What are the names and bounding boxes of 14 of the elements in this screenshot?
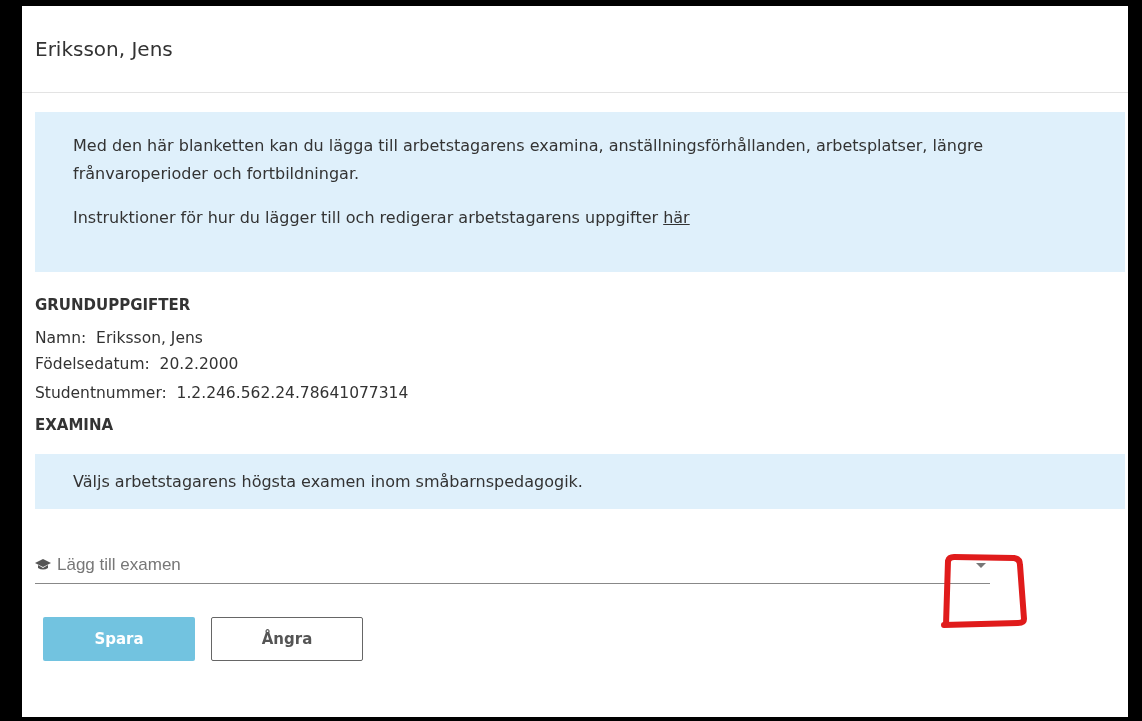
instructions-text: Instruktioner för hur du lägger till och redigerar arbetstagarens uppgifter här xyxy=(73,207,691,229)
instructions-link[interactable]: här xyxy=(663,208,690,227)
note-text: Väljs arbetstagarens högsta examen inom småbarnspedagogik. xyxy=(73,472,583,491)
info-row-text: Namn: Eriksson, Jens xyxy=(35,328,204,349)
intro-text: Med den här blanketten kan du lägga till arbetstagarens examina, anställningsförhållanden, arbetsplatser, längre frånvaroperioder och fortbildningar. xyxy=(73,135,985,185)
graduation-cap-icon xyxy=(35,559,51,571)
info-row-text: Födelsedatum: 20.2.2000 xyxy=(35,354,240,375)
section-heading: GRUNDUPPGIFTER xyxy=(35,296,192,314)
section-heading: EXAMINA xyxy=(35,416,115,434)
dialog-title: Eriksson, Jens xyxy=(35,37,173,61)
undo-button[interactable]: Ångra xyxy=(211,617,363,661)
caret-icon xyxy=(976,562,986,568)
info-row-text: Studentnummer: 1.2.246.562.24.78641077314 xyxy=(35,383,410,404)
degree-select[interactable]: Lägg till examen xyxy=(35,555,990,584)
